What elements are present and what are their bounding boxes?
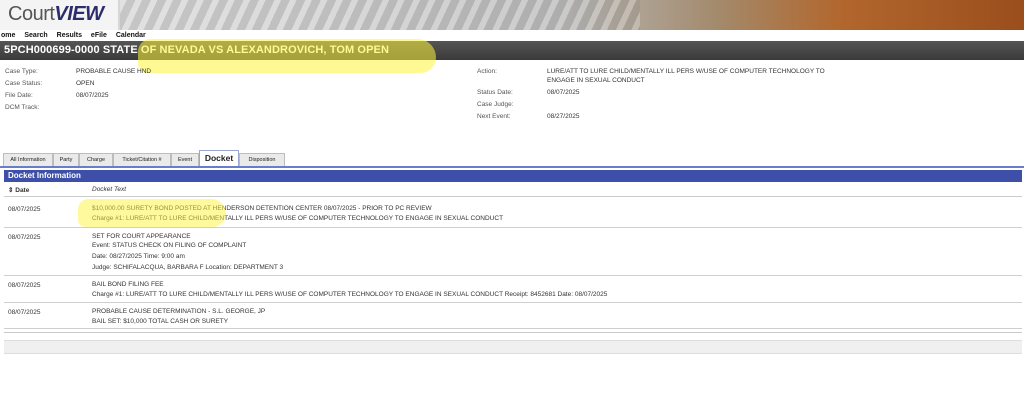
- dcm-track-label: DCM Track:: [5, 104, 40, 111]
- case-info-panel: Case Type: PROBABLE CAUSE HND Case Statu…: [0, 62, 1024, 140]
- docket-text-column-header: Docket Text: [92, 186, 127, 193]
- docket-text-line: BAIL BOND FILING FEE: [92, 281, 164, 288]
- action-value-line2: ENGAGE IN SEXUAL CONDUCT: [547, 77, 645, 84]
- docket-row: 08/07/2025 $10,000.00 SURETY BOND POSTED…: [4, 200, 1022, 228]
- header-banner: CourtVIEW: [0, 0, 1024, 30]
- docket-row: 08/07/2025 PROBABLE CAUSE DETERMINATION …: [4, 303, 1022, 329]
- tab-ticket-citation[interactable]: Ticket/Citation #: [113, 153, 171, 166]
- docket-information-header: Docket Information: [4, 170, 1022, 182]
- status-date-value: 08/07/2025: [547, 89, 580, 96]
- status-date-label: Status Date:: [477, 89, 513, 96]
- case-type-label: Case Type:: [5, 68, 38, 75]
- docket-text-line: Event: STATUS CHECK ON FILING OF COMPLAI…: [92, 242, 247, 249]
- case-type-value: PROBABLE CAUSE HND: [76, 68, 152, 75]
- case-status-label: Case Status:: [5, 80, 43, 87]
- case-judge-label: Case Judge:: [477, 101, 514, 108]
- case-title: 5PCH000699-0000 STATE OF NEVADA VS ALEXA…: [4, 44, 389, 56]
- docket-row: 08/07/2025 BAIL BOND FILING FEE Charge #…: [4, 276, 1022, 303]
- docket-date: 08/07/2025: [8, 309, 41, 316]
- docket-text-line: Charge #1: LURE/ATT TO LURE CHILD/MENTAL…: [92, 291, 608, 298]
- file-date-value: 08/07/2025: [76, 92, 109, 99]
- action-label: Action:: [477, 68, 497, 75]
- file-date-label: File Date:: [5, 92, 33, 99]
- courtview-logo[interactable]: CourtVIEW: [8, 3, 104, 26]
- docket-date: 08/07/2025: [8, 206, 41, 213]
- footer-band: [4, 340, 1022, 354]
- tab-event[interactable]: Event: [171, 153, 199, 166]
- tab-docket[interactable]: Docket: [199, 150, 239, 166]
- tab-all-information[interactable]: All Information: [3, 153, 53, 166]
- docket-row: 08/07/2025 SET FOR COURT APPEARANCE Even…: [4, 228, 1022, 276]
- tab-disposition[interactable]: Disposition: [239, 153, 285, 166]
- logo-court-text: Court: [8, 3, 55, 25]
- main-nav: ome Search Results eFile Calendar: [0, 30, 1024, 41]
- nav-efile[interactable]: eFile: [91, 30, 107, 41]
- nav-results[interactable]: Results: [57, 30, 82, 41]
- nav-search[interactable]: Search: [24, 30, 47, 41]
- case-title-bar: 5PCH000699-0000 STATE OF NEVADA VS ALEXA…: [0, 41, 1024, 60]
- tab-party[interactable]: Party: [53, 153, 79, 166]
- nav-home[interactable]: ome: [1, 30, 15, 41]
- docket-date: 08/07/2025: [8, 234, 41, 241]
- docket-text-line: PROBABLE CAUSE DETERMINATION - S.L. GEOR…: [92, 308, 266, 315]
- next-event-label: Next Event:: [477, 113, 511, 120]
- next-event-value: 08/27/2025: [547, 113, 580, 120]
- docket-text-line: Date: 08/27/2025 Time: 9:00 am: [92, 253, 185, 260]
- nav-calendar[interactable]: Calendar: [116, 30, 146, 41]
- action-value-line1: LURE/ATT TO LURE CHILD/MENTALLY ILL PERS…: [547, 68, 825, 75]
- case-tabs: All Information Party Charge Ticket/Cita…: [0, 150, 1024, 168]
- logo-view-text: VIEW: [54, 3, 104, 25]
- docket-column-headers: ⇕ Date Docket Text: [4, 184, 1022, 197]
- banner-photo: [120, 0, 640, 30]
- docket-text-line: SET FOR COURT APPEARANCE: [92, 233, 191, 240]
- docket-date: 08/07/2025: [8, 282, 41, 289]
- tab-charge[interactable]: Charge: [79, 153, 113, 166]
- docket-text-line: BAIL SET: $10,000 TOTAL CASH OR SURETY: [92, 318, 229, 325]
- case-status-value: OPEN: [76, 80, 95, 87]
- logo-box: CourtVIEW: [0, 0, 118, 30]
- divider: [4, 332, 1022, 333]
- courtview-window: CourtVIEW ome Search Results eFile Calen…: [0, 0, 1024, 412]
- docket-text-line: Judge: SCHIFALACQUA, BARBARA F Location:…: [92, 264, 284, 271]
- date-column-header[interactable]: ⇕ Date: [8, 186, 29, 194]
- docket-text-line: $10,000.00 SURETY BOND POSTED AT HENDERS…: [92, 205, 432, 212]
- docket-text-line: Charge #1: LURE/ATT TO LURE CHILD/MENTAL…: [92, 215, 504, 222]
